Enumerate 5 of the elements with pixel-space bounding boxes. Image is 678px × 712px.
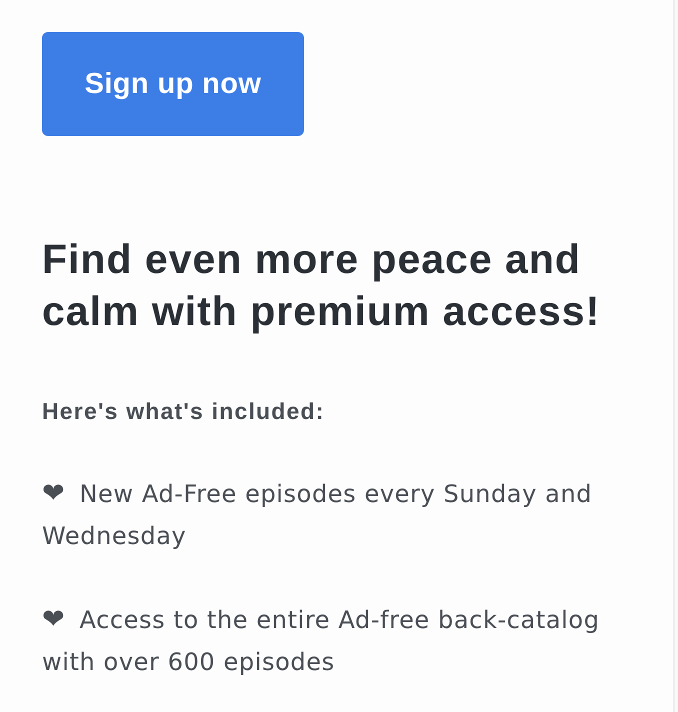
premium-heading: Find even more peace and calm with premium access! [42, 235, 602, 336]
included-label: Here's what's included: [42, 397, 325, 426]
feature-text: ❤ New Ad-Free episodes every Sunday and Wednesday [42, 477, 594, 552]
feature-text: ❤ Access to the entire Ad-free back-catalog with over 600 episodes [42, 603, 601, 678]
sign-up-button[interactable]: Sign up now [42, 32, 304, 136]
